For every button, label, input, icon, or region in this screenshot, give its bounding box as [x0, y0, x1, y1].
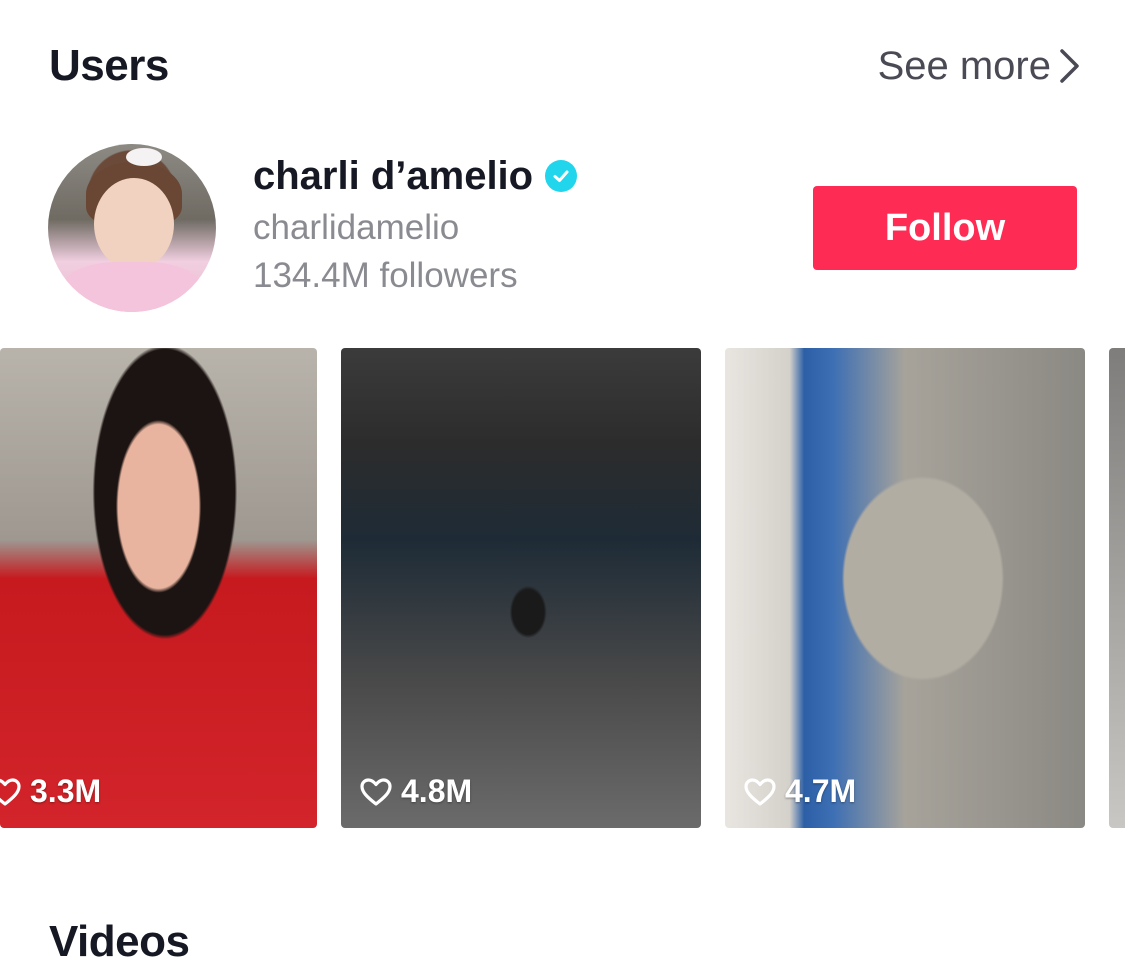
- video-thumbnail[interactable]: 4.8M: [341, 348, 701, 828]
- user-display-name: charli d’amelio: [253, 154, 534, 198]
- video-thumbnail-partial[interactable]: [1109, 348, 1125, 828]
- chevron-right-icon: [1060, 49, 1079, 83]
- videos-section-title: Videos: [49, 917, 190, 966]
- see-more-label: See more: [877, 43, 1051, 88]
- video-likes: 3.3M: [0, 773, 101, 810]
- verified-check-icon: [545, 160, 578, 192]
- follow-button[interactable]: Follow: [813, 186, 1077, 270]
- heart-outline-icon: [744, 777, 776, 806]
- video-likes-count: 4.7M: [785, 773, 857, 809]
- heart-outline-icon: [0, 777, 21, 806]
- video-likes-count: 4.8M: [401, 773, 473, 809]
- user-handle: charlidamelio: [253, 208, 460, 247]
- user-followers-count: 134.4M followers: [253, 256, 518, 295]
- user-display-name-row[interactable]: charli d’amelio: [253, 152, 578, 200]
- heart-outline-icon: [360, 777, 392, 806]
- video-likes: 4.7M: [743, 773, 856, 810]
- user-avatar[interactable]: [48, 144, 216, 312]
- video-thumbnail[interactable]: 3.3M: [0, 348, 317, 828]
- video-thumbnail[interactable]: 4.7M: [725, 348, 1085, 828]
- video-likes: 4.8M: [359, 773, 472, 810]
- video-likes-count: 3.3M: [30, 773, 102, 809]
- users-section-title: Users: [49, 41, 169, 90]
- see-more-link[interactable]: See more: [878, 40, 1081, 92]
